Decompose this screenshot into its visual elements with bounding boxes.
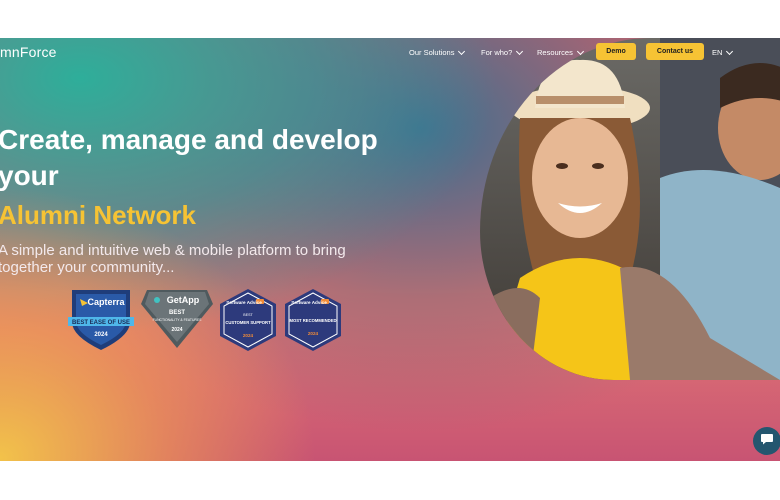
language-selector[interactable]: EN (712, 47, 734, 57)
brand-logo[interactable]: mnForce (0, 44, 57, 60)
hero-subtitle: A simple and intuitive web & mobile plat… (0, 242, 346, 276)
badge-detail: FUNCTIONALITY & FEATURES (153, 318, 203, 322)
badge-title: CUSTOMER SUPPORT (225, 320, 271, 325)
hero-headline-highlight: Alumni Network (0, 200, 196, 230)
nav-for-who[interactable]: For who? (481, 47, 524, 57)
badge-title: MOST RECOMMENDED (290, 318, 337, 323)
chevron-down-icon (516, 47, 524, 55)
nav-resources[interactable]: Resources (537, 47, 584, 57)
chevron-down-icon (576, 47, 584, 55)
badge-year: 2024 (243, 333, 254, 338)
language-label: EN (712, 48, 723, 57)
badge-brand: Software Advice (291, 300, 327, 305)
nav-label: For who? (481, 48, 513, 57)
contact-button[interactable]: Contact us (646, 43, 704, 60)
demo-button[interactable]: Demo (596, 43, 636, 60)
software-advice-recommended-badge: Software Advice MOST RECOMMENDED 2024 (283, 288, 343, 357)
chevron-down-icon (458, 47, 466, 55)
badge-title: BEST (169, 310, 185, 316)
chat-button[interactable] (753, 427, 780, 455)
badge-year: 2024 (94, 332, 108, 338)
badge-detail: BEST (243, 313, 253, 317)
badge-year: 2024 (308, 331, 319, 336)
nav-our-solutions[interactable]: Our Solutions (409, 47, 466, 57)
nav-label: Resources (537, 48, 573, 57)
hero-headline: Create, manage and develop your (0, 124, 378, 191)
nav-label: Our Solutions (409, 48, 455, 57)
badge-brand: Capterra (87, 297, 125, 307)
badge-title: BEST EASE OF USE (72, 320, 130, 326)
badge-brand: GetApp (167, 295, 200, 305)
getapp-badge: GetApp BEST FUNCTIONALITY & FEATURES 202… (139, 288, 215, 355)
capterra-badge: Capterra BEST EASE OF USE 2024 (66, 288, 136, 357)
badge-year: 2024 (171, 327, 182, 333)
badge-brand: Software Advice (226, 300, 262, 305)
chevron-down-icon (726, 47, 734, 55)
software-advice-support-badge: Software Advice BEST CUSTOMER SUPPORT 20… (218, 288, 278, 357)
chat-bubble-icon (760, 432, 774, 451)
